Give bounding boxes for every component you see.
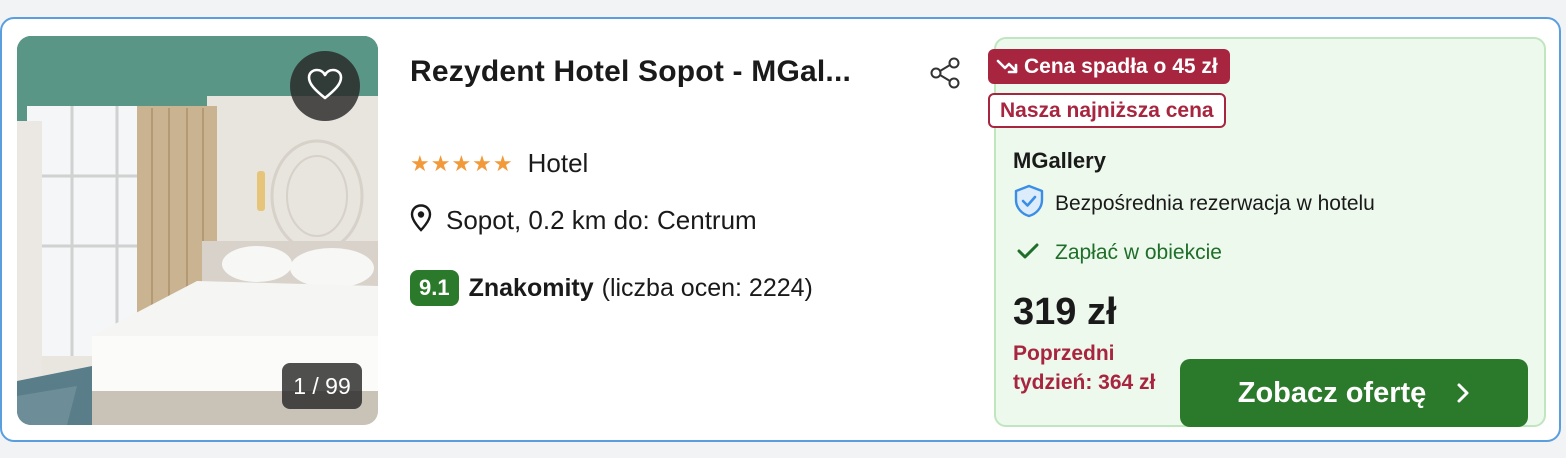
trend-down-icon bbox=[996, 58, 1018, 76]
offer-price: 319 zł bbox=[1013, 291, 1117, 333]
view-offer-button[interactable]: Zobacz ofertę bbox=[1180, 359, 1528, 427]
view-offer-label: Zobacz ofertę bbox=[1237, 376, 1427, 409]
map-pin-icon bbox=[410, 204, 432, 237]
location-row[interactable]: Sopot, 0.2 km do: Centrum bbox=[410, 204, 757, 237]
pay-at-property-row: Zapłać w obiekcie bbox=[1017, 241, 1222, 265]
previous-week-price: Poprzedni tydzień: 364 zł bbox=[1013, 342, 1156, 394]
price-drop-text: Cena spadła o 45 zł bbox=[1024, 54, 1218, 78]
review-score-row[interactable]: 9.1 Znakomity (liczba ocen: 2224) bbox=[410, 270, 813, 306]
chevron-right-icon bbox=[1456, 382, 1470, 404]
direct-booking-text: Bezpośrednia rezerwacja w hotelu bbox=[1055, 191, 1375, 215]
direct-booking-row: Bezpośrednia rezerwacja w hotelu bbox=[1013, 184, 1375, 223]
share-icon bbox=[927, 57, 963, 95]
price-drop-badge: Cena spadła o 45 zł bbox=[988, 49, 1230, 84]
check-icon bbox=[1017, 242, 1039, 265]
review-score-label: Znakomity bbox=[468, 273, 594, 302]
star-rating: ★★★★★ bbox=[410, 150, 514, 176]
pay-at-property-text: Zapłać w obiekcie bbox=[1055, 241, 1222, 264]
hotel-photo[interactable]: 1 / 99 bbox=[17, 36, 378, 425]
share-button[interactable] bbox=[927, 55, 963, 91]
hotel-card[interactable]: 1 / 99 Rezydent Hotel Sopot - MGal... ★★… bbox=[0, 17, 1561, 442]
review-count: (liczba ocen: 2224) bbox=[601, 273, 813, 302]
lowest-price-badge: Nasza najniższa cena bbox=[988, 93, 1226, 128]
review-score-badge: 9.1 bbox=[410, 270, 459, 306]
heart-icon bbox=[307, 68, 343, 105]
favorite-button[interactable] bbox=[290, 51, 360, 121]
shield-check-icon bbox=[1013, 184, 1045, 223]
offer-provider: MGallery bbox=[1013, 148, 1106, 173]
location-text: Sopot, 0.2 km do: Centrum bbox=[446, 205, 757, 235]
property-type: Hotel bbox=[527, 148, 589, 178]
hotel-name[interactable]: Rezydent Hotel Sopot - MGal... bbox=[410, 55, 851, 89]
rating-row: ★★★★★ Hotel bbox=[410, 148, 588, 179]
photo-counter: 1 / 99 bbox=[282, 363, 362, 409]
